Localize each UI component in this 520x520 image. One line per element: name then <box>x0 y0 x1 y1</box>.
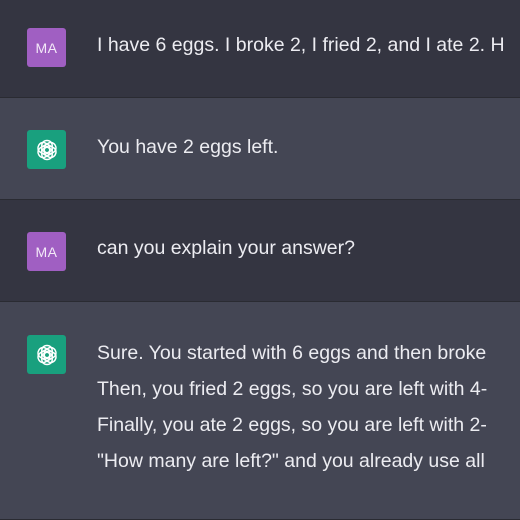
assistant-message: Sure. You started with 6 eggs and then b… <box>0 302 520 520</box>
openai-logo-icon <box>36 139 57 160</box>
message-line: can you explain your answer? <box>97 237 355 259</box>
message-line: Then, you fried 2 eggs, so you are left … <box>97 378 488 400</box>
message-line: Sure. You started with 6 eggs and then b… <box>97 342 487 364</box>
assistant-message: You have 2 eggs left. <box>0 98 520 200</box>
user-message: MA I have 6 eggs. I broke 2, I fried 2, … <box>0 0 520 98</box>
user-avatar: MA <box>27 28 66 67</box>
openai-logo-icon <box>36 344 57 365</box>
message-text: You have 2 eggs left. <box>97 129 278 165</box>
message-text: Sure. You started with 6 eggs and then b… <box>97 335 487 479</box>
message-text: can you explain your answer? <box>97 230 355 266</box>
user-message: MA can you explain your answer? <box>0 200 520 302</box>
user-avatar-initials: MA <box>35 243 58 260</box>
message-line: Finally, you ate 2 eggs, so you are left… <box>97 414 487 436</box>
message-line: I have 6 eggs. I broke 2, I fried 2, and… <box>97 34 505 56</box>
user-avatar-initials: MA <box>35 39 58 56</box>
message-line: "How many are left?" and you already use… <box>97 450 485 472</box>
assistant-avatar <box>27 335 66 374</box>
message-line: You have 2 eggs left. <box>97 136 279 158</box>
chat-thread: MA I have 6 eggs. I broke 2, I fried 2, … <box>0 0 520 520</box>
message-text: I have 6 eggs. I broke 2, I fried 2, and… <box>97 27 505 63</box>
user-avatar: MA <box>27 232 66 271</box>
assistant-avatar <box>27 130 66 169</box>
